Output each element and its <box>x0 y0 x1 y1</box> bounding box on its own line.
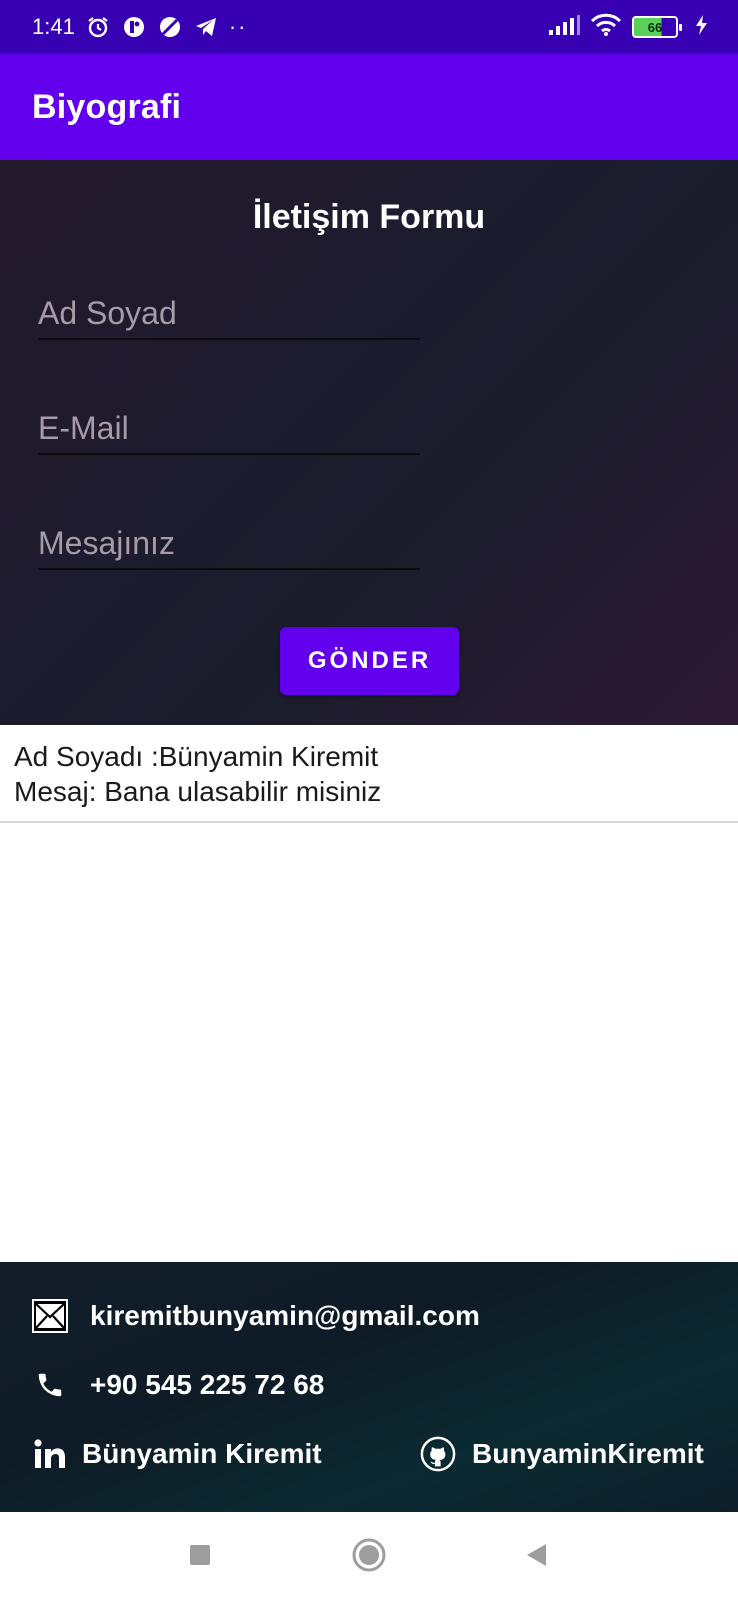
list-item[interactable]: Ad Soyadı :Bünyamin Kiremit Mesaj: Bana … <box>0 725 738 823</box>
telegram-icon <box>193 14 219 40</box>
square-icon <box>188 1543 212 1572</box>
status-bar: 1:41 ·· 66 <box>0 0 738 54</box>
contact-footer: kiremitbunyamin@gmail.com +90 545 225 72… <box>0 1262 738 1512</box>
back-button[interactable] <box>516 1540 556 1574</box>
message-input[interactable] <box>38 525 420 562</box>
app-icon <box>121 14 147 40</box>
recents-button[interactable] <box>180 1540 220 1574</box>
mail-icon <box>32 1298 68 1334</box>
contact-form: İletişim Formu GÖNDER <box>0 160 738 725</box>
message-field-container <box>38 510 420 570</box>
message-list: Ad Soyadı :Bünyamin Kiremit Mesaj: Bana … <box>0 725 738 823</box>
status-bar-left: 1:41 ·· <box>32 14 247 40</box>
linkedin-row[interactable]: Bünyamin Kiremit <box>32 1436 322 1472</box>
blocked-icon <box>157 14 183 40</box>
circle-icon <box>352 1538 386 1577</box>
name-field-container <box>38 280 420 340</box>
charging-icon <box>694 14 708 41</box>
form-title: İletişim Formu <box>252 198 486 236</box>
email-field-container <box>38 395 420 455</box>
github-text: BunyaminKiremit <box>472 1438 704 1469</box>
alarm-icon <box>85 14 111 40</box>
battery-level: 66 <box>647 19 663 35</box>
home-button[interactable] <box>349 1538 389 1577</box>
status-bar-right: 66 <box>548 13 708 42</box>
app-title: Biyografi <box>32 87 182 126</box>
phone-icon <box>32 1367 68 1403</box>
signal-icon <box>548 14 580 41</box>
phone-row[interactable]: +90 545 225 72 68 <box>32 1367 324 1403</box>
phone-text: +90 545 225 72 68 <box>90 1369 325 1400</box>
message-name-line: Ad Soyadı :Bünyamin Kiremit <box>14 741 379 772</box>
back-triangle-icon <box>524 1542 548 1573</box>
wifi-icon <box>590 13 622 42</box>
message-text-line: Mesaj: Bana ulasabilir misiniz <box>14 776 382 807</box>
system-nav-bar <box>0 1512 738 1600</box>
email-row[interactable]: kiremitbunyamin@gmail.com <box>32 1298 480 1334</box>
email-text: kiremitbunyamin@gmail.com <box>90 1300 480 1331</box>
battery-icon: 66 <box>632 16 682 38</box>
app-bar: Biyografi <box>0 54 738 160</box>
github-row[interactable]: BunyaminKiremit <box>420 1436 704 1472</box>
github-icon <box>420 1436 456 1472</box>
name-input[interactable] <box>38 295 420 332</box>
email-input[interactable] <box>38 410 420 447</box>
send-button[interactable]: GÖNDER <box>280 627 459 695</box>
linkedin-icon <box>32 1436 68 1472</box>
status-time: 1:41 <box>32 14 75 39</box>
status-dots: ·· <box>228 14 248 39</box>
linkedin-text: Bünyamin Kiremit <box>82 1438 322 1469</box>
